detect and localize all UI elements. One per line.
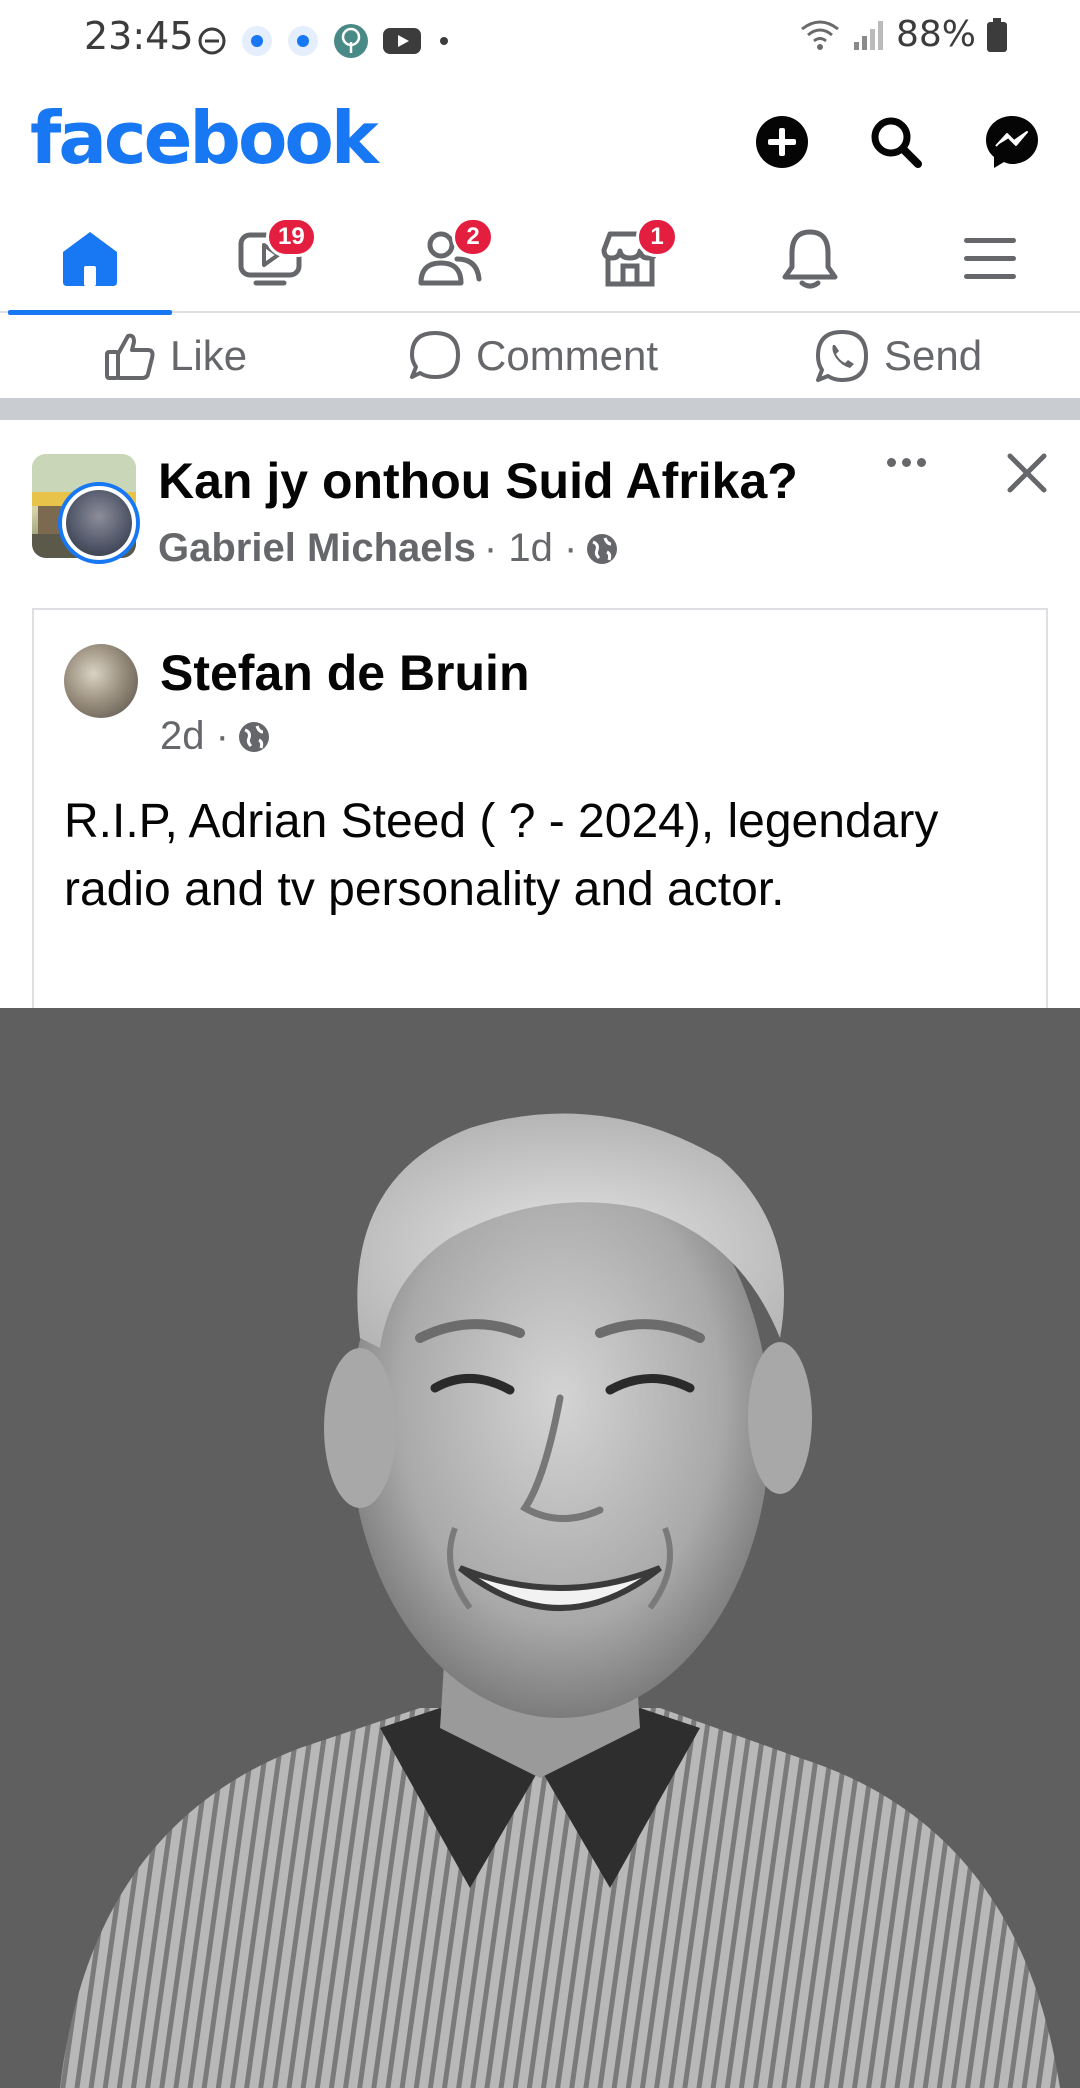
comment-icon	[410, 331, 460, 379]
whatsapp-icon	[816, 330, 868, 382]
friends-badge: 2	[452, 217, 494, 257]
shared-post-text: R.I.P, Adrian Steed ( ? - 2024), legenda…	[64, 795, 939, 916]
post-author[interactable]: Gabriel Michaels	[158, 526, 476, 571]
like-icon	[105, 333, 155, 380]
send-label: Send	[884, 332, 983, 379]
shared-author-name[interactable]: Stefan de Bruin	[160, 644, 529, 702]
more-options-button[interactable]	[876, 442, 936, 482]
create-button[interactable]	[742, 102, 822, 182]
status-time: 23:45	[84, 14, 194, 58]
menu-icon	[964, 238, 1016, 279]
shared-post-card[interactable]: Stefan de Bruin 2d · R.I.P, Adrian Steed…	[32, 608, 1048, 1008]
messenger-icon	[986, 116, 1038, 168]
nav-tabs: 19 2 1	[0, 205, 1080, 315]
messenger-button[interactable]	[972, 102, 1052, 182]
facebook-logo[interactable]: facebook	[30, 96, 379, 180]
top-header: facebook	[0, 90, 1080, 200]
author-avatar[interactable]	[58, 482, 140, 564]
post-actions-row: Like Comment Send	[0, 315, 1080, 397]
close-icon[interactable]	[1002, 448, 1052, 498]
feed-divider	[0, 398, 1080, 420]
signal-icon	[853, 20, 883, 50]
app-tree-icon	[334, 24, 368, 58]
marketplace-badge: 1	[636, 217, 678, 257]
tab-marketplace[interactable]: 1	[540, 205, 720, 313]
post-photo[interactable]	[0, 1008, 1080, 2088]
shared-post-meta: 2d ·	[160, 714, 271, 759]
tab-friends[interactable]: 2	[360, 205, 540, 313]
do-not-disturb-icon	[198, 27, 226, 55]
tab-menu[interactable]	[900, 205, 1080, 313]
wifi-icon	[801, 20, 839, 50]
status-icons-left	[196, 22, 454, 60]
tab-notifications[interactable]	[720, 205, 900, 313]
bell-icon	[782, 229, 838, 289]
more-dot-icon	[440, 37, 448, 45]
search-button[interactable]	[856, 102, 936, 182]
globe-icon	[238, 721, 269, 752]
status-icons-right: 88%	[798, 14, 1008, 55]
comment-label: Comment	[476, 332, 659, 379]
globe-icon	[587, 533, 618, 564]
portrait-image	[0, 1008, 1080, 2088]
like-label: Like	[170, 332, 248, 379]
youtube-icon	[383, 28, 421, 54]
tab-video[interactable]: 19	[180, 205, 360, 313]
video-badge: 19	[266, 217, 317, 257]
battery-percent: 88%	[895, 14, 976, 55]
post-time: · 1d ·	[483, 526, 578, 570]
comment-button[interactable]: Comment	[408, 315, 658, 397]
post-meta: Gabriel Michaels · 1d ·	[158, 526, 619, 571]
group-name[interactable]: Kan jy onthou Suid Afrika?	[158, 452, 798, 510]
notification-dot-icon	[242, 26, 272, 56]
status-bar: 23:45 88%	[0, 0, 1080, 80]
tab-home[interactable]	[0, 205, 180, 315]
like-button[interactable]: Like	[104, 315, 247, 397]
home-icon	[63, 232, 117, 286]
shared-author-avatar[interactable]	[64, 644, 138, 718]
search-icon	[871, 117, 922, 168]
notification-dot-icon	[288, 26, 318, 56]
post-header: Kan jy onthou Suid Afrika? Gabriel Micha…	[0, 420, 1080, 600]
create-icon	[756, 116, 808, 168]
send-button[interactable]: Send	[814, 315, 982, 397]
battery-icon	[987, 17, 1007, 52]
shared-post-time: 2d ·	[160, 714, 229, 758]
